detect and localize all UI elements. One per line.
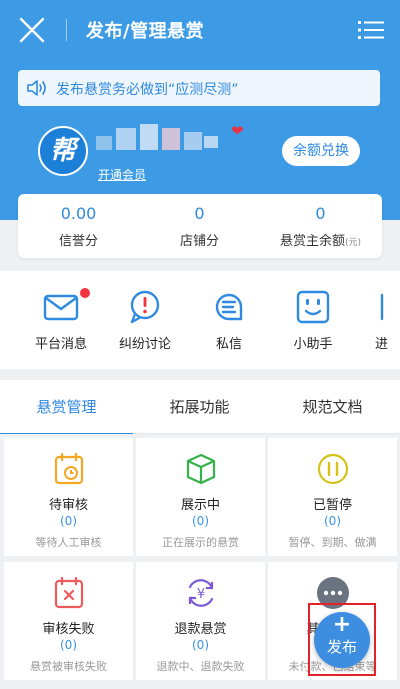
status-showing[interactable]: 展示中 (0) 正在展示的悬赏 (136, 438, 265, 556)
stat-label: 悬赏主余额 (279, 234, 345, 249)
status-desc: 悬赏被审核失败 (30, 660, 107, 673)
stat-value: 0.00 (60, 204, 97, 223)
close-icon[interactable] (18, 16, 46, 44)
status-refund[interactable]: ¥ 退款悬赏 (0) 退款中、退款失败 (136, 562, 265, 680)
stat-value: 0 (315, 204, 326, 223)
divider (66, 19, 67, 41)
quick-platform-messages[interactable]: 平台消息 (19, 271, 103, 369)
notice-text: 发布悬赏务必做到“应测尽测” (56, 82, 239, 98)
balance-exchange-button[interactable]: 余额兑换 (282, 136, 360, 166)
quick-label: 平台消息 (34, 337, 87, 352)
stat-value: 0 (194, 204, 205, 223)
stat-balance[interactable]: 0 悬赏主余额(元) (260, 194, 381, 258)
status-title: 待审核 (48, 498, 88, 513)
refund-icon: ¥ (188, 579, 214, 607)
stat-unit: (元) (344, 238, 362, 248)
avatar[interactable]: 帮 (38, 126, 88, 176)
tab-reward-management[interactable]: 悬赏管理 (0, 380, 133, 435)
status-desc: 等待人工审核 (35, 536, 102, 549)
status-desc: 暂停、到期、做满 (288, 536, 377, 549)
heart-icon: ❤ (231, 122, 244, 140)
pause-icon (317, 453, 349, 485)
chat-alert-icon (130, 290, 160, 324)
status-count: (0) (60, 638, 77, 652)
box-icon (186, 453, 216, 485)
review-failed-icon (54, 576, 84, 609)
quick-label: 私信 (215, 337, 242, 352)
status-title: 退款悬赏 (174, 622, 227, 637)
plus-icon: + (332, 612, 352, 637)
tab-bar: 悬赏管理 拓展功能 规范文档 (0, 380, 400, 435)
page-title: 发布/管理悬赏 (86, 21, 205, 42)
status-desc: 正在展示的悬赏 (162, 536, 239, 549)
status-title: 展示中 (180, 498, 220, 513)
stat-credit[interactable]: 0.00 信誉分 (18, 194, 139, 258)
quick-actions: 平台消息 纠纷讨论 私信 小助手 进 (0, 271, 400, 369)
publish-button[interactable]: + 发布 (314, 612, 370, 668)
status-title: 审核失败 (42, 622, 95, 637)
status-count: (0) (192, 514, 209, 528)
quick-private-message[interactable]: 私信 (187, 271, 271, 369)
svg-text:¥: ¥ (197, 587, 205, 602)
status-count: (0) (60, 514, 77, 528)
stat-label: 信誉分 (58, 234, 98, 249)
pending-review-icon (54, 452, 84, 485)
unread-dot (80, 288, 90, 298)
status-title: 已暂停 (312, 498, 352, 513)
quick-more[interactable]: 进 (355, 271, 400, 369)
notice-banner[interactable]: 发布悬赏务必做到“应测尽测” (18, 70, 380, 106)
quick-label: 纠纷讨论 (118, 337, 171, 352)
top-bar: 发布/管理悬赏 (0, 0, 400, 60)
speaker-icon (27, 80, 46, 96)
quick-assistant[interactable]: 小助手 (271, 271, 355, 369)
stat-label: 店铺分 (179, 234, 219, 249)
stats-card: 0.00 信誉分 0 店铺分 0 悬赏主余额(元) (18, 194, 382, 258)
status-desc: 退款中、退款失败 (156, 660, 245, 673)
private-message-icon (215, 293, 243, 321)
status-paused[interactable]: 已暂停 (0) 暂停、到期、做满 (268, 438, 397, 556)
menu-icon[interactable] (358, 20, 384, 40)
quick-label: 进 (375, 337, 389, 352)
status-count: (0) (324, 514, 341, 528)
assistant-icon (296, 290, 330, 324)
open-membership-link[interactable]: 开通会员 (98, 166, 146, 183)
more-icon (380, 293, 384, 321)
stat-shop[interactable]: 0 店铺分 (139, 194, 260, 258)
status-pending-review[interactable]: 待审核 (0) 等待人工审核 (4, 438, 133, 556)
envelope-icon (43, 294, 79, 321)
status-count: (0) (192, 638, 209, 652)
tab-guidelines[interactable]: 规范文档 (266, 380, 399, 434)
publish-label: 发布 (326, 638, 357, 656)
username-blurred (96, 122, 226, 156)
tab-extended-features[interactable]: 拓展功能 (133, 380, 266, 434)
quick-disputes[interactable]: 纠纷讨论 (103, 271, 187, 369)
quick-label: 小助手 (293, 337, 333, 352)
status-review-failed[interactable]: 审核失败 (0) 悬赏被审核失败 (4, 562, 133, 680)
